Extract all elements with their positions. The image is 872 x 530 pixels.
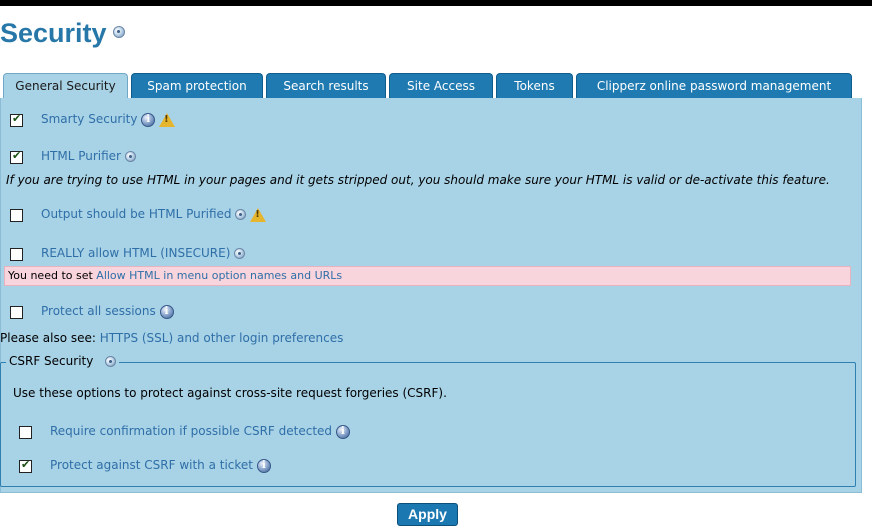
help-icon[interactable] (124, 151, 136, 162)
tab-general-security[interactable]: General Security (3, 73, 128, 100)
smarty-security-label: Smarty Security i (41, 112, 176, 127)
require-confirmation-label: Require confirmation if possible CSRF de… (50, 424, 350, 439)
allow-html-label-text: REALLY allow HTML (INSECURE) (41, 246, 231, 260)
info-icon[interactable]: i (141, 112, 156, 127)
tab-spam-protection[interactable]: Spam protection (131, 73, 263, 99)
allow-html-warning: You need to set Allow HTML in menu optio… (4, 266, 851, 286)
html-purifier-checkbox[interactable] (10, 149, 23, 164)
tab-tokens[interactable]: Tokens (496, 73, 573, 99)
info-icon[interactable]: i (335, 424, 350, 439)
csrf-legend: CSRF Security (6, 354, 120, 368)
output-purified-label-text: Output should be HTML Purified (41, 207, 232, 221)
csrf-legend-text: CSRF Security (9, 354, 94, 368)
info-icon[interactable]: i (256, 458, 271, 473)
protect-sessions-label: Protect all sessions i (41, 304, 174, 319)
see-also: Please also see: HTTPS (SSL) and other l… (0, 331, 343, 345)
top-border (0, 0, 872, 6)
html-purifier-label-text: HTML Purifier (41, 149, 121, 163)
output-purified-label: Output should be HTML Purified (41, 207, 267, 222)
page-title: Security (0, 18, 125, 49)
page-title-text: Security (0, 18, 107, 48)
allow-html-warning-text: You need to set (8, 269, 97, 282)
warning-icon (250, 207, 267, 222)
help-icon[interactable] (234, 248, 246, 259)
help-icon[interactable] (235, 209, 247, 220)
tab-search-results[interactable]: Search results (266, 73, 386, 99)
smarty-security-label-text: Smarty Security (41, 112, 138, 126)
require-confirmation-label-text: Require confirmation if possible CSRF de… (50, 424, 333, 438)
output-purified-checkbox[interactable] (10, 209, 23, 222)
protect-ticket-label: Protect against CSRF with a ticket i (50, 458, 271, 473)
apply-button[interactable]: Apply (397, 503, 458, 526)
allow-html-checkbox[interactable] (10, 248, 23, 261)
see-also-text: Please also see: (0, 331, 100, 345)
protect-sessions-label-text: Protect all sessions (41, 304, 156, 318)
html-purifier-note: If you are trying to use HTML in your pa… (6, 173, 830, 187)
tab-site-access[interactable]: Site Access (389, 73, 493, 99)
html-purifier-label: HTML Purifier (41, 149, 136, 163)
help-icon[interactable] (105, 356, 117, 367)
help-icon[interactable] (112, 26, 125, 38)
allow-html-label: REALLY allow HTML (INSECURE) (41, 246, 246, 260)
smarty-security-checkbox[interactable] (10, 112, 23, 127)
info-icon[interactable]: i (159, 304, 174, 319)
protect-ticket-checkbox[interactable] (19, 458, 32, 473)
allow-html-menu-link[interactable]: Allow HTML in menu option names and URLs (96, 269, 342, 282)
require-confirmation-checkbox[interactable] (19, 426, 32, 439)
https-ssl-link[interactable]: HTTPS (SSL) and other login preferences (100, 331, 344, 345)
protect-ticket-label-text: Protect against CSRF with a ticket (50, 458, 254, 472)
protect-sessions-checkbox[interactable] (10, 306, 23, 319)
csrf-description: Use these options to protect against cro… (13, 386, 447, 400)
warning-icon (159, 112, 176, 127)
tab-clipperz[interactable]: Clipperz online password management (576, 73, 852, 99)
